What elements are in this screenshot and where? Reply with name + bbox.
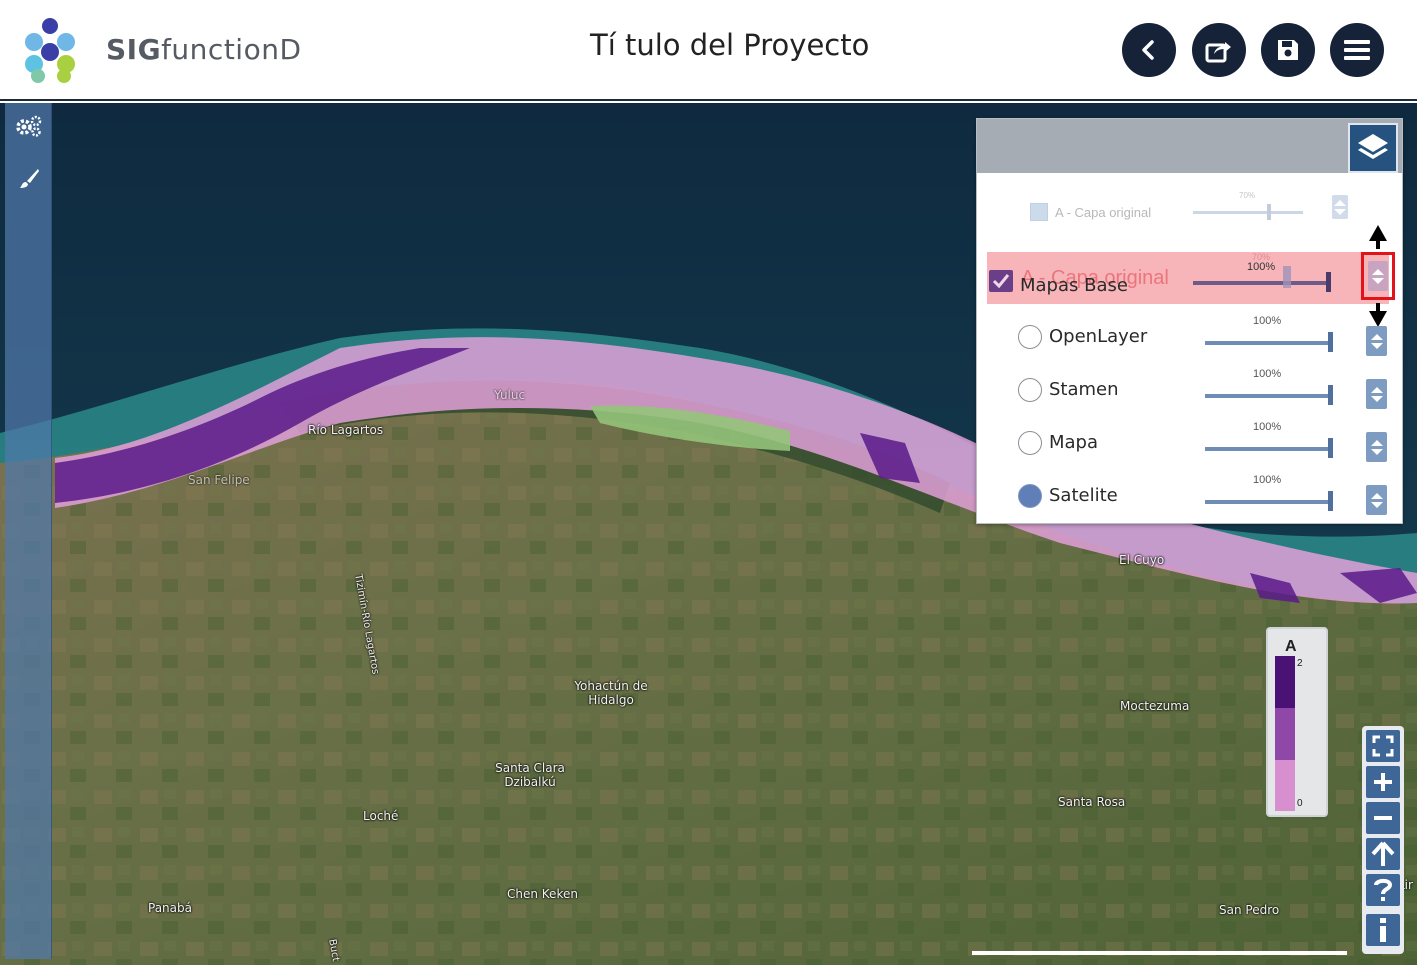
place-label: El Cuyo: [1119, 553, 1165, 567]
opacity-slider[interactable]: [1193, 204, 1303, 220]
zoom-in-icon: [1374, 773, 1392, 791]
app-logo-icon: [25, 18, 75, 83]
layer-row-ghost: A - Capa original 70%: [977, 167, 1402, 239]
layer-label: Mapas Base: [1020, 275, 1128, 296]
base-layer-label: Stamen: [1049, 379, 1119, 400]
help-icon: [1374, 878, 1393, 901]
info-icon: [1380, 918, 1386, 942]
settings-icon: [16, 115, 42, 137]
opacity-slider[interactable]: [1205, 385, 1333, 405]
left-toolbar: [5, 103, 52, 959]
base-layer-radio[interactable]: [1018, 431, 1042, 455]
place-label: Loché: [363, 809, 399, 823]
project-title: Tí tulo del Proyecto: [590, 28, 870, 62]
base-layer-radio[interactable]: [1018, 378, 1042, 402]
north-arrow-icon: [1371, 841, 1395, 866]
settings-button[interactable]: [15, 112, 43, 140]
overlay-opacity-percent: 70%: [1252, 252, 1271, 262]
opacity-slider[interactable]: [1205, 438, 1333, 458]
zoom-out-button[interactable]: [1366, 802, 1400, 834]
overlay-slider-knob: [1283, 266, 1291, 288]
base-layer-row[interactable]: OpenLayer 100%: [977, 311, 1402, 363]
legend-min-value: 0: [1297, 798, 1303, 809]
opacity-percent: 100%: [1253, 474, 1282, 486]
layer-panel: A - Capa original 70% A - Capa original …: [976, 118, 1403, 524]
opacity-slider[interactable]: [1205, 491, 1333, 511]
back-button[interactable]: [1122, 23, 1176, 77]
north-arrow-button[interactable]: [1366, 838, 1400, 870]
place-label: Moctezuma: [1120, 699, 1190, 713]
layers-toggle-button[interactable]: [1348, 123, 1398, 173]
menu-button[interactable]: [1330, 23, 1384, 77]
base-layer-row[interactable]: Stamen 100%: [977, 364, 1402, 416]
legend-max-value: 2: [1297, 658, 1303, 669]
reorder-handle[interactable]: [1366, 326, 1387, 356]
help-button[interactable]: [1366, 874, 1400, 906]
base-layer-row[interactable]: Mapa 100%: [977, 417, 1402, 469]
base-layer-label: OpenLayer: [1049, 326, 1148, 347]
layer-panel-header: [977, 119, 1402, 173]
save-icon: [1278, 40, 1298, 60]
opacity-percent: 70%: [1239, 191, 1256, 200]
reorder-handle[interactable]: [1366, 432, 1387, 462]
map-controls: [1362, 726, 1404, 954]
layer-row-dragging[interactable]: A - Capa original Mapas Base 100% 70%: [987, 252, 1389, 304]
base-layer-row[interactable]: Satelite 100%: [977, 470, 1402, 522]
info-button[interactable]: [1366, 914, 1400, 946]
opacity-slider[interactable]: [1193, 272, 1331, 292]
reorder-handle[interactable]: [1366, 485, 1387, 515]
brush-icon: [20, 169, 39, 188]
place-label: Chen Keken: [507, 887, 578, 901]
share-button[interactable]: [1192, 23, 1246, 77]
save-button[interactable]: [1261, 23, 1315, 77]
opacity-percent: 100%: [1253, 421, 1282, 433]
zoom-in-button[interactable]: [1366, 766, 1400, 798]
opacity-percent: 100%: [1247, 261, 1276, 273]
place-label: Yuluc: [494, 388, 526, 402]
layer-label: A - Capa original: [1055, 205, 1152, 220]
legend-color-ramp: [1275, 656, 1295, 811]
layers-icon: [1358, 134, 1388, 159]
base-layer-radio[interactable]: [1018, 484, 1042, 508]
app-header: SIGfunctionD Tí tulo del Proyecto: [0, 0, 1417, 101]
place-label: Santa Rosa: [1058, 795, 1126, 809]
reorder-handle[interactable]: [1366, 379, 1387, 409]
fullscreen-icon: [1372, 735, 1394, 757]
scale-bar: [972, 951, 1347, 955]
layer-checkbox[interactable]: [989, 270, 1013, 292]
place-label: Santa Clara Dzibalkú: [495, 761, 565, 789]
fullscreen-button[interactable]: [1366, 730, 1400, 762]
back-icon: [1142, 40, 1154, 60]
place-label: Río Lagartos: [308, 423, 384, 437]
opacity-slider[interactable]: [1205, 332, 1333, 352]
legend-title: A: [1285, 638, 1297, 655]
map-legend: A 2 0: [1266, 627, 1328, 817]
layer-checkbox[interactable]: [1030, 203, 1048, 221]
base-layer-label: Mapa: [1049, 432, 1099, 453]
opacity-percent: 100%: [1253, 315, 1282, 327]
place-label: Yohactún de Hidalgo: [574, 679, 648, 707]
place-label: Panabá: [148, 901, 192, 915]
zoom-out-icon: [1374, 816, 1392, 820]
place-label: San Pedro: [1219, 903, 1280, 917]
share-icon: [1205, 42, 1231, 63]
style-brush-button[interactable]: [15, 165, 43, 193]
base-layer-radio[interactable]: [1018, 325, 1042, 349]
place-label: San Felipe: [188, 473, 250, 487]
base-layer-label: Satelite: [1049, 485, 1118, 506]
menu-icon: [1344, 40, 1370, 60]
app-name: SIGfunctionD: [106, 33, 302, 66]
check-icon: [992, 274, 1010, 289]
reorder-handle[interactable]: [1332, 195, 1348, 219]
opacity-percent: 100%: [1253, 368, 1282, 380]
